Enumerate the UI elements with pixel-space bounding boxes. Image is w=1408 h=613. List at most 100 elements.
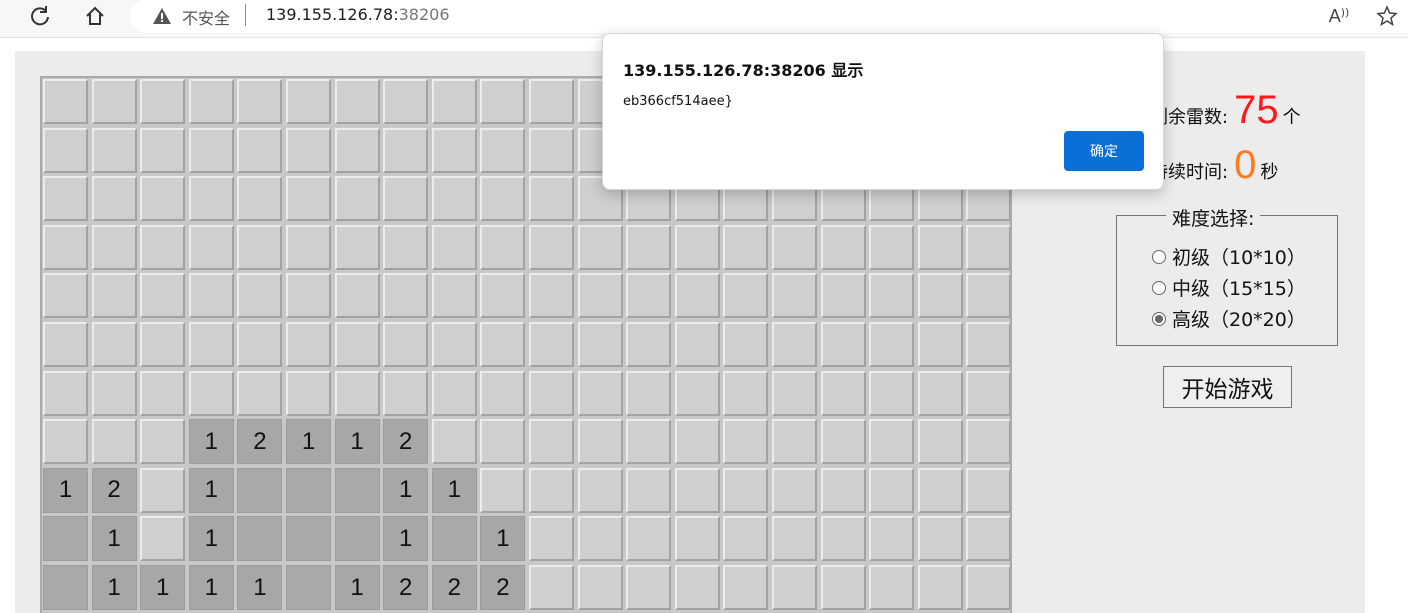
star-icon[interactable] [1374,4,1400,28]
difficulty-option-expert[interactable]: 高级（20*20） [1152,305,1306,332]
board-cell[interactable] [966,516,1010,562]
board-cell-revealed[interactable] [237,467,283,513]
board-cell[interactable] [674,419,720,465]
board-cell[interactable] [626,322,672,367]
board-cell[interactable] [529,273,574,319]
board-cell[interactable] [917,224,963,270]
board-cell[interactable] [772,224,817,270]
board-cell[interactable] [529,176,574,222]
board-cell[interactable] [820,224,866,270]
board-cell[interactable] [529,127,574,173]
board-cell[interactable] [188,176,234,222]
board-cell[interactable] [91,419,137,465]
board-cell[interactable] [529,565,574,610]
board-cell-number[interactable]: 2 [480,565,526,610]
board-cell[interactable] [431,224,477,270]
board-cell[interactable] [723,516,769,562]
board-cell[interactable] [820,273,866,319]
home-icon[interactable] [81,4,109,28]
board-cell-number[interactable]: 1 [188,467,234,513]
board-cell[interactable] [237,224,283,270]
reload-icon[interactable] [26,4,54,28]
board-cell[interactable] [869,467,915,513]
board-cell[interactable] [577,565,623,610]
board-cell[interactable] [480,79,526,124]
difficulty-option-intermediate[interactable]: 中级（15*15） [1152,274,1306,301]
board-cell[interactable] [820,322,866,367]
board-cell[interactable] [917,565,963,610]
board-cell[interactable] [383,176,429,222]
board-cell[interactable] [820,516,866,562]
board-cell[interactable] [723,467,769,513]
board-cell[interactable] [140,419,186,465]
board-cell[interactable] [529,322,574,367]
board-cell[interactable] [431,370,477,416]
board-cell[interactable] [869,419,915,465]
board-cell[interactable] [820,419,866,465]
board-cell-number[interactable]: 1 [91,516,137,562]
board-cell[interactable] [772,419,817,465]
board-cell[interactable] [286,322,331,367]
board-cell[interactable] [383,273,429,319]
board-cell[interactable] [480,467,526,513]
address-bar[interactable]: 不安全 139.155.126.78:38206 [130,0,1408,33]
board-cell-number[interactable]: 1 [383,516,429,562]
board-cell[interactable] [917,516,963,562]
board-cell[interactable] [869,565,915,610]
board-cell-revealed[interactable] [286,516,331,562]
board-cell[interactable] [674,322,720,367]
board-cell[interactable] [820,467,866,513]
board-cell[interactable] [529,79,574,124]
board-cell[interactable] [480,370,526,416]
board-cell[interactable] [140,467,186,513]
board-cell-number[interactable]: 2 [383,565,429,610]
board-cell-number[interactable]: 2 [431,565,477,610]
board-cell-number[interactable]: 1 [383,467,429,513]
board-cell[interactable] [674,224,720,270]
board-cell[interactable] [577,273,623,319]
board-cell[interactable] [383,224,429,270]
board-cell[interactable] [869,370,915,416]
board-cell[interactable] [43,370,88,416]
board-cell[interactable] [674,273,720,319]
board-cell[interactable] [188,273,234,319]
board-cell[interactable] [772,565,817,610]
board-cell[interactable] [286,273,331,319]
board-cell[interactable] [723,322,769,367]
board-cell[interactable] [140,224,186,270]
board-cell[interactable] [383,370,429,416]
board-cell[interactable] [43,322,88,367]
board-cell-number[interactable]: 1 [334,419,380,465]
board-cell[interactable] [431,273,477,319]
board-cell[interactable] [917,273,963,319]
board-cell[interactable] [286,224,331,270]
board-cell[interactable] [772,467,817,513]
board-cell-number[interactable]: 2 [383,419,429,465]
board-cell-revealed[interactable] [431,516,477,562]
board-cell-number[interactable]: 1 [286,419,331,465]
board-cell[interactable] [43,419,88,465]
board-cell[interactable] [334,127,380,173]
ok-button[interactable]: 确定 [1064,131,1144,171]
board-cell[interactable] [626,516,672,562]
board-cell-revealed[interactable] [237,516,283,562]
board-cell[interactable] [577,516,623,562]
board-cell[interactable] [237,79,283,124]
board-cell[interactable] [869,516,915,562]
board-cell[interactable] [480,322,526,367]
board-cell[interactable] [626,419,672,465]
board-cell[interactable] [237,273,283,319]
board-cell[interactable] [723,419,769,465]
board-cell[interactable] [140,516,186,562]
board-cell[interactable] [966,370,1010,416]
board-cell[interactable] [237,370,283,416]
board-cell[interactable] [480,224,526,270]
board-cell[interactable] [626,467,672,513]
board-cell[interactable] [966,322,1010,367]
board-cell[interactable] [577,322,623,367]
board-cell[interactable] [334,176,380,222]
board-cell[interactable] [334,224,380,270]
board-cell[interactable] [140,79,186,124]
board-cell[interactable] [966,419,1010,465]
board-cell[interactable] [91,79,137,124]
